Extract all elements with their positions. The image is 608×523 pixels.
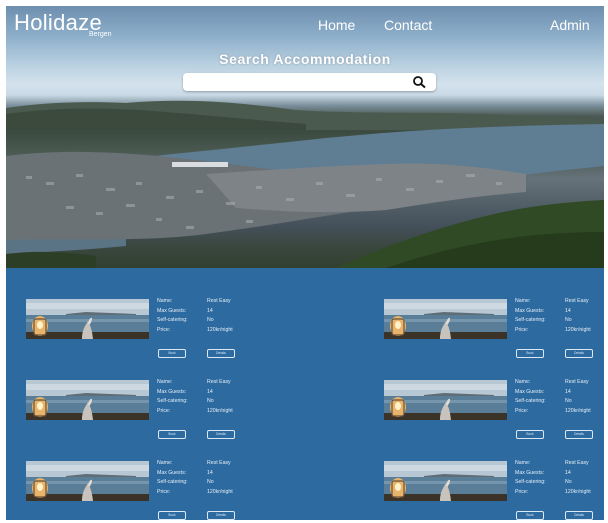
listing-card: Name: Rest Easy Max Guests: 14 Self-cateri… [6,444,246,520]
self-catering-label: Self-catering: [515,479,546,485]
price-value: 120kr/night [565,488,591,495]
book-button[interactable]: Book [516,511,544,520]
price-value: 120kr/night [565,326,591,333]
listing-card: Name: Rest Easy Max Guests: 14 Self-cateri… [6,363,246,439]
search-title: Search Accommodation [219,51,391,67]
name-label: Name: [515,460,531,466]
max-guests-label: Max Guests: [515,469,545,476]
name-label: Name: [515,379,531,385]
listing-image[interactable] [384,461,507,501]
max-guests-value: 14 [207,307,213,314]
name-value: Rest Easy [565,379,589,385]
self-catering-value: No [565,479,572,485]
price-label: Price: [157,326,171,333]
book-button[interactable]: Book [516,430,544,439]
page: Holidaze Bergen Home Contact Admin Searc… [6,6,604,520]
details-button[interactable]: Details [207,430,235,439]
self-catering-label: Self-catering: [515,398,546,404]
max-guests-value: 14 [207,469,213,476]
name-value: Rest Easy [207,460,231,466]
search-icon[interactable] [412,75,428,89]
self-catering-value: No [207,317,214,323]
price-label: Price: [515,407,529,414]
listing-card: Name: Rest Easy Max Guests: 14 Self-cateri… [364,444,604,520]
details-button[interactable]: Details [565,349,593,358]
details-button[interactable]: Details [207,349,235,358]
top-nav: Holidaze Bergen Home Contact Admin [6,6,604,42]
listings-section: Name: Rest Easy Max Guests: 14 Self-cateri… [6,268,604,520]
self-catering-value: No [565,398,572,404]
max-guests-value: 14 [207,388,213,395]
self-catering-value: No [565,317,572,323]
self-catering-value: No [207,398,214,404]
nav-contact-link[interactable]: Contact [384,17,432,33]
self-catering-label: Self-catering: [157,479,188,485]
nav-admin-link[interactable]: Admin [550,17,590,33]
price-label: Price: [515,488,529,495]
name-label: Name: [157,298,173,304]
nav-home-link[interactable]: Home [318,17,355,33]
max-guests-label: Max Guests: [157,469,187,476]
listing-info: Name: Rest Easy Max Guests: 14 Self-cateri… [157,460,252,498]
listing-image[interactable] [26,461,149,501]
max-guests-label: Max Guests: [157,388,187,395]
self-catering-label: Self-catering: [515,317,546,323]
max-guests-label: Max Guests: [157,307,187,314]
self-catering-label: Self-catering: [157,317,188,323]
price-value: 120kr/night [207,407,233,414]
max-guests-label: Max Guests: [515,388,545,395]
details-button[interactable]: Details [207,511,235,520]
book-button[interactable]: Book [158,430,186,439]
listing-info: Name: Rest Easy Max Guests: 14 Self-cateri… [515,379,604,417]
max-guests-value: 14 [565,388,571,395]
book-button[interactable]: Book [158,511,186,520]
price-value: 120kr/night [565,407,591,414]
listing-card: Name: Rest Easy Max Guests: 14 Self-cateri… [364,282,604,358]
search-input[interactable] [187,75,397,89]
max-guests-value: 14 [565,469,571,476]
max-guests-label: Max Guests: [515,307,545,314]
listing-info: Name: Rest Easy Max Guests: 14 Self-cateri… [157,298,252,336]
listing-info: Name: Rest Easy Max Guests: 14 Self-cateri… [515,298,604,336]
brand-location: Bergen [89,31,112,38]
hero-photo-bergen [6,100,604,268]
price-value: 120kr/night [207,326,233,333]
listing-image[interactable] [26,380,149,420]
book-button[interactable]: Book [516,349,544,358]
details-button[interactable]: Details [565,511,593,520]
price-label: Price: [157,407,171,414]
listing-info: Name: Rest Easy Max Guests: 14 Self-cateri… [515,460,604,498]
listing-image[interactable] [26,299,149,339]
name-value: Rest Easy [207,379,231,385]
listing-card: Name: Rest Easy Max Guests: 14 Self-cateri… [364,363,604,439]
hero-banner: Holidaze Bergen Home Contact Admin Searc… [6,6,604,268]
name-value: Rest Easy [565,298,589,304]
self-catering-label: Self-catering: [157,398,188,404]
name-label: Name: [157,379,173,385]
listing-card: Name: Rest Easy Max Guests: 14 Self-cateri… [6,282,246,358]
listing-image[interactable] [384,380,507,420]
self-catering-value: No [207,479,214,485]
price-label: Price: [515,326,529,333]
price-label: Price: [157,488,171,495]
details-button[interactable]: Details [565,430,593,439]
max-guests-value: 14 [565,307,571,314]
listing-image[interactable] [384,299,507,339]
name-value: Rest Easy [207,298,231,304]
name-label: Name: [157,460,173,466]
name-value: Rest Easy [565,460,589,466]
name-label: Name: [515,298,531,304]
search-box [183,73,436,91]
price-value: 120kr/night [207,488,233,495]
book-button[interactable]: Book [158,349,186,358]
listing-info: Name: Rest Easy Max Guests: 14 Self-cateri… [157,379,252,417]
